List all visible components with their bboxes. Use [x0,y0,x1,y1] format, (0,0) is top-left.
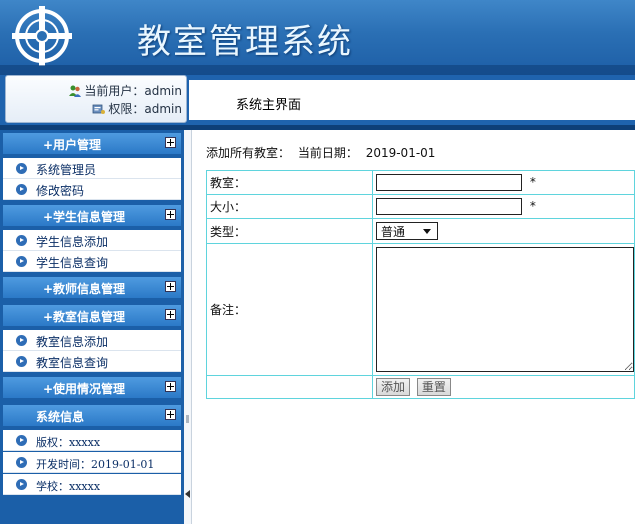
sidebar-item-classroom-add[interactable]: 教室信息添加 [3,330,181,351]
breadcrumb: 系统主界面 [236,98,302,113]
top-band: 当前用户：admin 权限：admin 系统主界面 [0,75,635,130]
note-cell [372,243,635,376]
sidebar-section-user-management[interactable]: +用户管理 [3,133,181,154]
sidebar-item-dev-date: 开发时间：2019-01-01 [3,452,181,473]
bullet-arrow-icon [16,184,27,195]
required-mark: * [529,175,536,189]
actions-spacer [206,375,373,399]
sidebar-item-label: 修改密码 [36,184,85,198]
sidebar-item-label: 学生信息查询 [36,256,109,270]
size-label: 大小： [206,194,373,219]
section-title: +使用情况管理 [43,382,126,396]
sidebar-item-student-query[interactable]: 学生信息查询 [3,251,181,272]
sidebar-item-copyright: 版权：xxxxx [3,430,181,451]
expand-plus-icon[interactable] [165,309,176,320]
sidebar-section-system-info[interactable]: 系统信息 [3,405,181,426]
form-row-type: 类型： 普通 [206,218,635,244]
page-heading-text: 添加所有教室： [206,146,291,160]
sidebar-item-change-password[interactable]: 修改密码 [3,179,181,200]
sidebar-section-student-info[interactable]: +学生信息管理 [3,205,181,226]
expand-plus-icon[interactable] [165,409,176,420]
expand-plus-icon[interactable] [165,209,176,220]
collapse-arrow-icon[interactable] [185,490,190,498]
reset-button[interactable]: 重置 [416,378,451,396]
sidebar-section-usage[interactable]: +使用情况管理 [3,377,181,398]
sidebar-item-school: 学校：xxxxx [3,474,181,495]
classroom-label: 教室： [206,170,373,195]
size-cell: * [372,194,635,219]
bullet-arrow-icon [16,256,27,267]
section-title: +教室信息管理 [43,310,126,324]
role-label: 权限：admin [108,102,182,116]
dropdown-caret-icon [423,229,431,234]
sidebar-item-admin[interactable]: 系统管理员 [3,158,181,179]
sidebar-item-label: 教室信息添加 [36,335,109,349]
bullet-arrow-icon [16,335,27,346]
add-button[interactable]: 添加 [376,378,411,396]
form-row-size: 大小： * [206,194,635,219]
sidebar-item-label: 学生信息添加 [36,235,109,249]
type-label: 类型： [206,218,373,244]
form-row-classroom: 教室： * [206,170,635,195]
current-user-row: 当前用户：admin [68,82,182,99]
bullet-arrow-icon [16,435,27,446]
sidebar-item-student-add[interactable]: 学生信息添加 [3,230,181,251]
app-header: 教室管理系统 [0,0,635,75]
splitter-grip[interactable] [186,415,189,423]
sidebar: +用户管理 系统管理员 修改密码 +学生信息管理 学生信息添加 学生信息查询 +… [0,130,184,524]
user-panel: 当前用户：admin 权限：admin [5,75,187,123]
classroom-cell: * [372,170,635,195]
sidebar-item-label: 版权：xxxxx [36,436,101,449]
section-title: +教师信息管理 [43,282,126,296]
section-title: +学生信息管理 [43,210,126,224]
users-icon [69,85,82,97]
bullet-arrow-icon [16,479,27,490]
size-input[interactable] [376,198,522,215]
app-title: 教室管理系统 [137,22,353,62]
key-card-icon [92,104,106,114]
date-value: 2019-01-01 [365,146,436,160]
classroom-input[interactable] [376,174,522,191]
date-label: 当前日期： [297,146,358,160]
page-heading: 添加所有教室： 当前日期： 2019-01-01 [206,144,439,161]
header-stripe [0,65,635,75]
cross-circle-logo-icon [12,6,72,66]
form-row-note: 备注： [206,243,635,376]
actions-cell: 添加 重置 [372,375,635,399]
type-select[interactable]: 普通 [376,222,438,240]
sidebar-item-label: 教室信息查询 [36,356,109,370]
sidebar-section-teacher-info[interactable]: +教师信息管理 [3,277,181,298]
note-label: 备注： [206,243,373,376]
expand-plus-icon[interactable] [165,281,176,292]
sidebar-item-label: 系统管理员 [36,163,97,177]
expand-plus-icon[interactable] [165,381,176,392]
form-row-actions: 添加 重置 [206,375,635,399]
sidebar-item-label: 学校：xxxxx [36,480,101,493]
role-row: 权限：admin [92,100,182,117]
sidebar-item-classroom-query[interactable]: 教室信息查询 [3,351,181,372]
main-content: 添加所有教室： 当前日期： 2019-01-01 教室： * 大小： * 类型：… [193,130,635,524]
section-title: 系统信息 [36,410,85,424]
section-title: +用户管理 [43,138,102,152]
sidebar-item-label: 开发时间：2019-01-01 [36,458,155,471]
type-selected-value: 普通 [381,224,406,239]
breadcrumb-bar: 系统主界面 [189,80,635,120]
bullet-arrow-icon [16,235,27,246]
type-cell: 普通 [372,218,635,244]
sidebar-section-classroom-info[interactable]: +教室信息管理 [3,305,181,326]
bullet-arrow-icon [16,457,27,468]
current-user-label: 当前用户：admin [84,84,182,98]
note-textarea[interactable] [376,247,634,372]
bullet-arrow-icon [16,163,27,174]
sidebar-splitter[interactable] [184,130,192,524]
bullet-arrow-icon [16,356,27,367]
required-mark: * [529,199,536,213]
expand-plus-icon[interactable] [165,137,176,148]
classroom-form: 教室： * 大小： * 类型： 普通 备注： 添加 重置 [206,170,635,399]
